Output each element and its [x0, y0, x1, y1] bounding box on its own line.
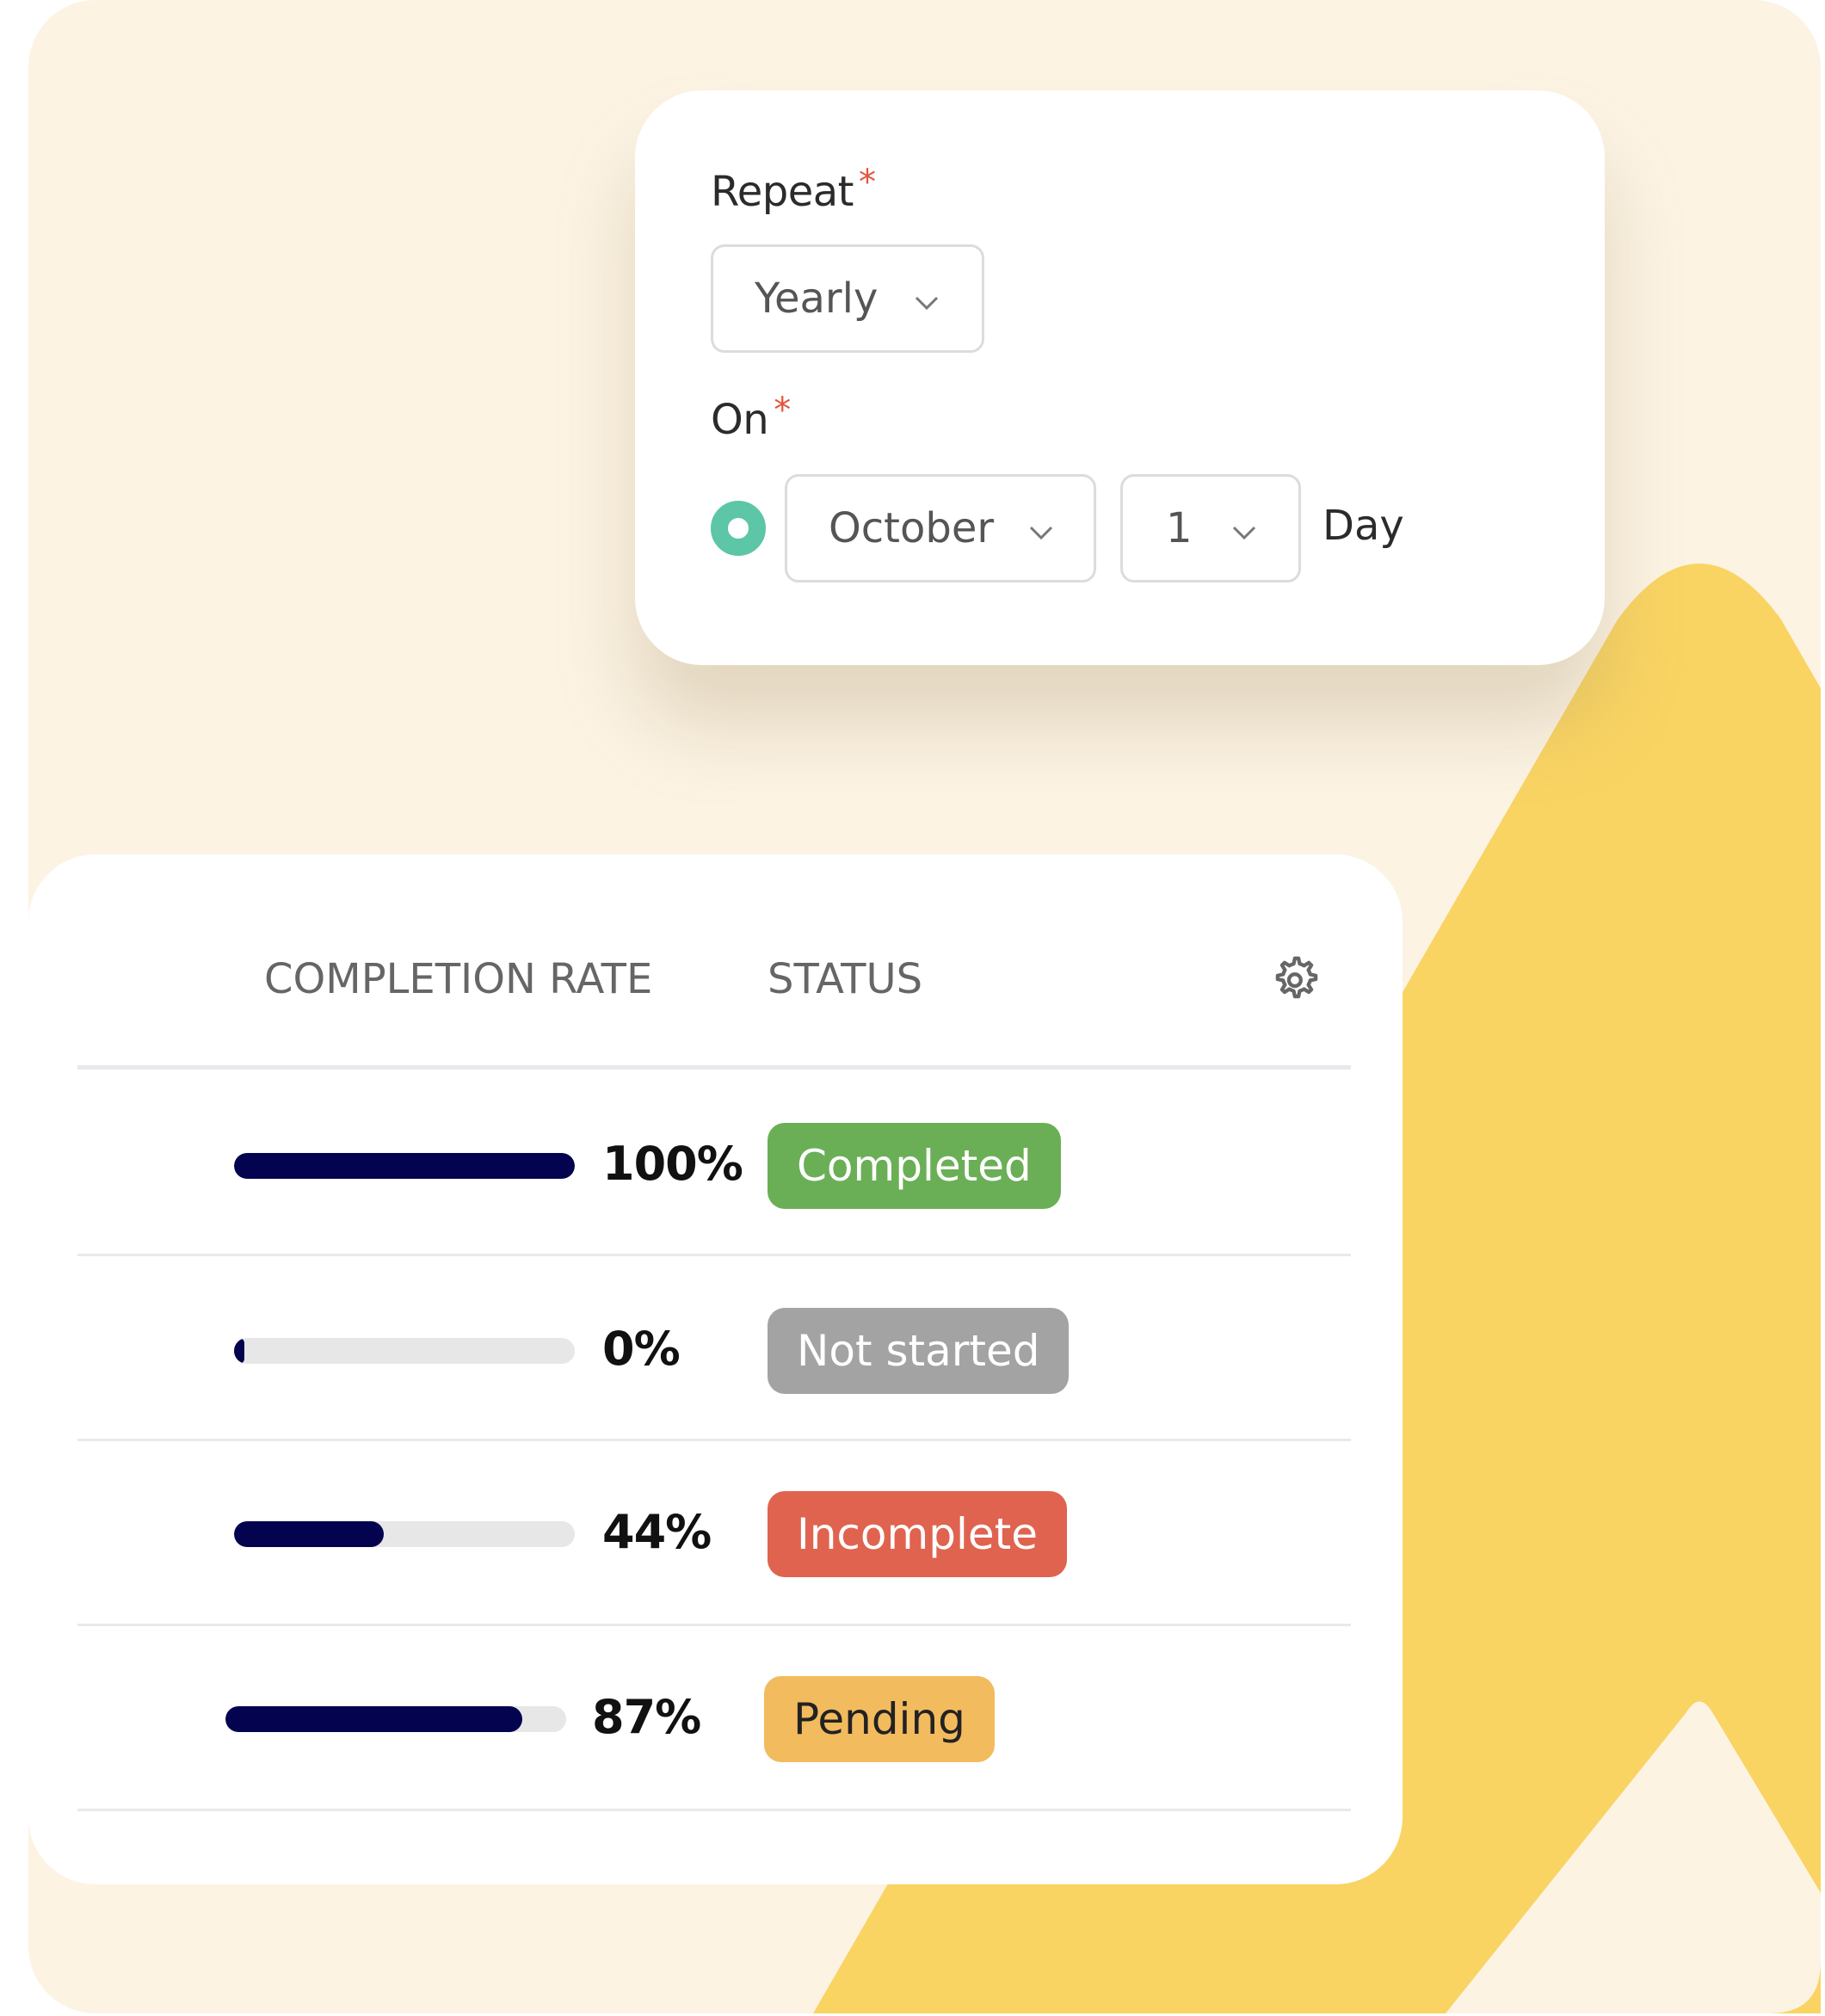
required-marker: * [774, 391, 791, 430]
on-label: On * [711, 391, 791, 444]
chevron-down-icon [1232, 526, 1256, 540]
on-date-radio[interactable] [711, 501, 766, 556]
status-badge: Not started [768, 1308, 1070, 1394]
table-header-divider [77, 1065, 1351, 1070]
gear-icon[interactable] [1269, 951, 1324, 1006]
completion-percent: 44% [602, 1505, 712, 1559]
progress-bar [225, 1706, 566, 1732]
completion-percent: 0% [602, 1322, 681, 1376]
progress-bar-fill [234, 1153, 575, 1179]
row-divider [77, 1624, 1351, 1626]
status-badge: Pending [764, 1676, 995, 1762]
completion-percent: 100% [602, 1137, 743, 1191]
day-value: 1 [1166, 504, 1193, 552]
repeat-label: Repeat * [711, 163, 876, 216]
month-select[interactable]: October [785, 474, 1096, 583]
repeat-label-text: Repeat [711, 168, 854, 216]
required-marker: * [858, 163, 876, 202]
progress-bar [234, 1153, 575, 1179]
progress-bar-fill [225, 1706, 522, 1732]
chevron-down-icon [915, 296, 939, 311]
on-label-text: On [711, 396, 769, 444]
progress-bar-fill [234, 1521, 385, 1547]
repeat-frequency-value: Yearly [755, 274, 879, 323]
status-badge: Incomplete [768, 1491, 1067, 1577]
day-suffix-label: Day [1323, 502, 1404, 550]
completion-percent: 87% [592, 1690, 701, 1744]
row-divider [77, 1439, 1351, 1441]
progress-bar [234, 1521, 575, 1547]
column-header-completion-rate[interactable]: COMPLETION RATE [264, 955, 652, 1003]
column-header-status[interactable]: STATUS [768, 955, 922, 1003]
row-divider [77, 1809, 1351, 1811]
status-badge: Completed [768, 1123, 1061, 1209]
chevron-down-icon [1029, 526, 1053, 540]
row-divider [77, 1254, 1351, 1256]
repeat-frequency-select[interactable]: Yearly [711, 244, 984, 353]
progress-bar-fill [234, 1338, 244, 1364]
progress-bar [234, 1338, 575, 1364]
day-select[interactable]: 1 [1120, 474, 1301, 583]
month-value: October [829, 504, 995, 552]
